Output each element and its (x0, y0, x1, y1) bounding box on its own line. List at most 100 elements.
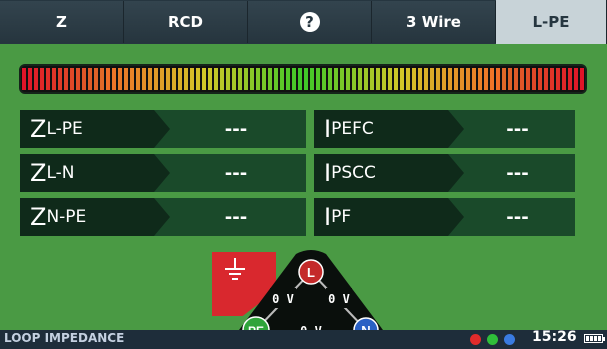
meter-segment (340, 68, 344, 90)
meter-segment (370, 68, 374, 90)
tab-rcd[interactable]: RCD (124, 1, 248, 43)
meter-segment (94, 68, 98, 90)
meter-segment (268, 68, 272, 90)
reading-label: Z L-N (20, 154, 170, 192)
meter-segment (454, 68, 458, 90)
reading-value: --- (150, 110, 306, 148)
meter-segment (34, 68, 38, 90)
reading-main-letter: Z (30, 203, 47, 231)
meter-segment (304, 68, 308, 90)
meter-segment (214, 68, 218, 90)
meter-segment (322, 68, 326, 90)
reading-label: Z L-PE (20, 110, 170, 148)
reading-label: I PF (314, 198, 464, 236)
meter-segment (346, 68, 350, 90)
reading-main-letter: Z (30, 115, 47, 143)
meter-segment (118, 68, 122, 90)
meter-segment (472, 68, 476, 90)
reading-label: I PSCC (314, 154, 464, 192)
reading-subscript: PSCC (331, 163, 376, 183)
meter-segment (310, 68, 314, 90)
meter-segment (58, 68, 62, 90)
battery-icon (584, 334, 605, 343)
reading-value: --- (150, 198, 306, 236)
tab-rcd-label: RCD (167, 13, 203, 31)
reading-label: Z N-PE (20, 198, 170, 236)
meter-segment (514, 68, 518, 90)
meter-segment (562, 68, 566, 90)
meter-segment (484, 68, 488, 90)
status-indicator-blue (504, 334, 515, 345)
meter-segment (262, 68, 266, 90)
meter-segment (394, 68, 398, 90)
meter-segment (82, 68, 86, 90)
meter-segment (28, 68, 32, 90)
meter-segment (250, 68, 254, 90)
meter-segment (550, 68, 554, 90)
tab-z[interactable]: Z (0, 1, 124, 43)
reading-subscript: L-PE (46, 119, 83, 139)
meter-segment (184, 68, 188, 90)
reading-label: I PEFC (314, 110, 464, 148)
voltage-l-n: 0 V (328, 292, 350, 306)
clock: 15:26 (532, 329, 577, 345)
terminal-l-label: L (307, 265, 315, 280)
meter-segment (502, 68, 506, 90)
reading-z-l-pe: Z L-PE --- (20, 110, 306, 148)
help-icon: ? (299, 12, 320, 32)
meter-segment (166, 68, 170, 90)
tab-3-wire[interactable]: 3 Wire (372, 1, 496, 43)
reading-main-letter: I (324, 115, 332, 143)
tab-bar: Z RCD ? 3 Wire L-PE (0, 0, 607, 44)
meter-segment (280, 68, 284, 90)
meter-segment (88, 68, 92, 90)
tab-3-wire-label: 3 Wire (406, 13, 461, 31)
meter-segment (40, 68, 44, 90)
meter-segment (106, 68, 110, 90)
reading-i-pf: I PF --- (314, 198, 586, 236)
tab-l-pe[interactable]: L-PE (496, 0, 607, 44)
meter-segment (316, 68, 320, 90)
status-indicator-green (487, 334, 498, 345)
voltage-l-pe: 0 V (272, 292, 294, 306)
meter-segment (376, 68, 380, 90)
meter-segment (160, 68, 164, 90)
meter-segment (124, 68, 128, 90)
meter-segment (556, 68, 560, 90)
meter-segment (412, 68, 416, 90)
meter-segment (256, 68, 260, 90)
tab-help[interactable]: ? (248, 1, 372, 43)
meter-segment (442, 68, 446, 90)
meter-segment (448, 68, 452, 90)
meter-segment (328, 68, 332, 90)
meter-segment (520, 68, 524, 90)
meter-segment (436, 68, 440, 90)
reading-subscript: PF (331, 207, 352, 227)
meter-segment (238, 68, 242, 90)
meter-segment (130, 68, 134, 90)
meter-segment (202, 68, 206, 90)
tab-z-label: Z (56, 13, 67, 31)
meter-segment (532, 68, 536, 90)
meter-segment (154, 68, 158, 90)
meter-segment (460, 68, 464, 90)
meter-bars (22, 68, 584, 90)
meter-segment (70, 68, 74, 90)
status-indicator-red (470, 334, 481, 345)
meter-segment (418, 68, 422, 90)
reading-subscript: N-PE (46, 207, 87, 227)
meter-segment (64, 68, 68, 90)
meter-segment (190, 68, 194, 90)
reading-value: --- (150, 154, 306, 192)
meter-segment (574, 68, 578, 90)
meter-segment (112, 68, 116, 90)
meter-segment (466, 68, 470, 90)
meter-segment (220, 68, 224, 90)
reading-i-pefc: I PEFC --- (314, 110, 586, 148)
meter-segment (244, 68, 248, 90)
meter-segment (46, 68, 50, 90)
meter-segment (358, 68, 362, 90)
meter-segment (286, 68, 290, 90)
meter-segment (388, 68, 392, 90)
reading-main-letter: Z (30, 159, 47, 187)
